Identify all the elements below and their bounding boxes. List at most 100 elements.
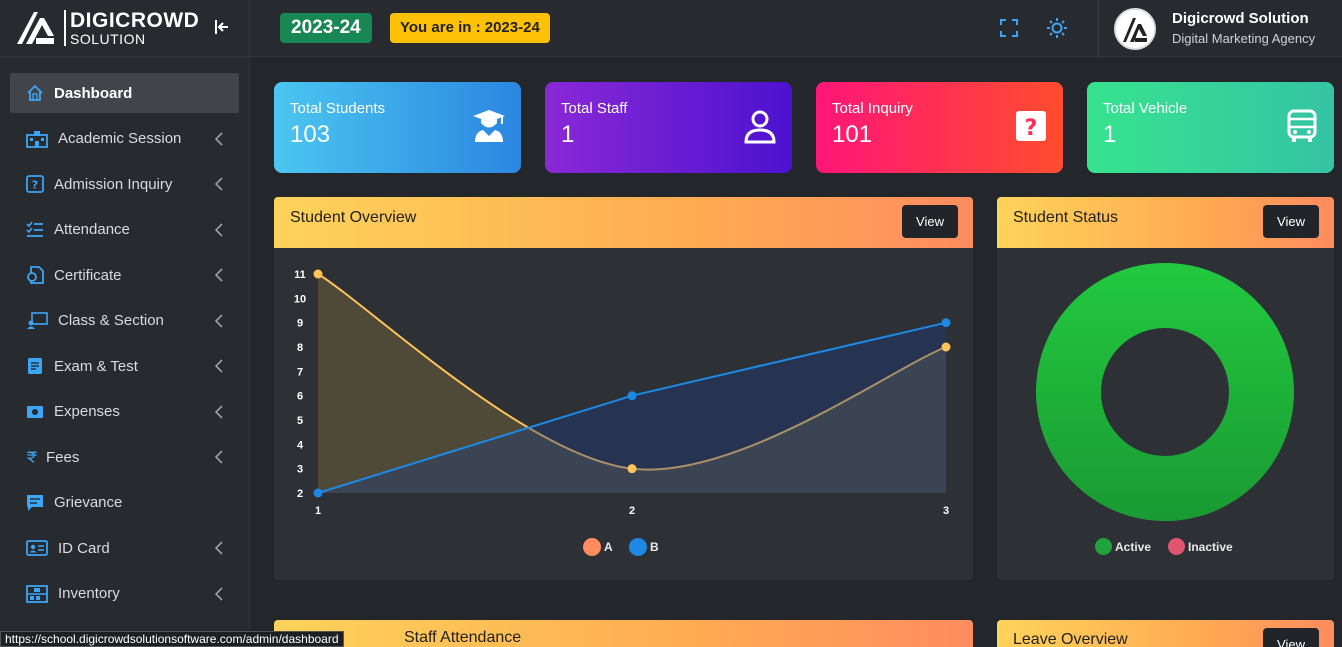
chevron-left-icon [215,359,223,373]
stat-card-total-staff[interactable]: Total Staff 1 [545,82,792,173]
avatar-logo-icon [1123,18,1147,42]
svg-text:?: ? [1025,116,1038,141]
y-tick-label: 11 [294,269,306,281]
view-button[interactable]: View [1263,205,1319,238]
chat-icon [27,494,43,511]
sidebar-item-label: Expenses [54,403,120,420]
logo-icon [17,12,54,44]
sidebar-item-certificate[interactable]: Certificate [10,255,239,295]
brand-text: DIGICROWD SOLUTION [64,10,199,46]
header-divider [1098,0,1099,57]
panel-header: Staff Attendance [274,620,973,647]
chevron-left-icon [215,404,223,419]
sidebar-item-label: Exam & Test [54,357,138,375]
sidebar-item-dashboard[interactable]: Dashboard [10,73,239,113]
home-icon [27,84,43,101]
sidebar-item-label: Class & Section [58,312,164,329]
series-b-point [941,318,951,328]
legend-label: B [650,540,659,554]
series-a-point [313,269,323,279]
academic-year-badge: 2023-24 [280,13,372,43]
fullscreen-icon[interactable] [998,17,1020,39]
sidebar-nav: Dashboard Academic Session ? Admission I… [0,57,249,614]
sidebar: DIGICROWD SOLUTION Dashboard Academic Se… [0,0,250,647]
avatar[interactable] [1114,8,1156,50]
sidebar-item-id-card[interactable]: ID Card [10,528,239,568]
panel-title: Student Overview [290,209,417,226]
panel-title: Leave Overview [1013,631,1128,647]
chevron-left-icon [215,131,223,146]
sidebar-item-attendance[interactable]: Attendance [10,210,239,250]
chevron-left-icon [215,541,223,555]
view-button[interactable]: View [902,205,958,238]
legend-swatch [1168,538,1185,555]
sidebar-item-fees[interactable]: Fees [10,437,239,477]
building-icon [26,130,48,148]
panel-title: Student Status [1013,209,1118,226]
student-status-panel: Student Status View Active Inactive [997,197,1334,580]
legend-swatch [1095,538,1112,555]
checklist-icon [26,221,43,237]
id-card-icon [26,540,48,556]
legend-swatch [629,538,647,556]
brand-name: DIGICROWD [70,9,200,32]
y-tick-label: 7 [297,366,303,378]
y-tick-label: 2 [297,488,303,500]
sidebar-item-label: Inventory [58,585,120,602]
y-tick-label: 6 [297,391,303,403]
student-overview-chart: 2345678910111 2 3 [294,269,951,517]
y-tick-label: 9 [297,318,303,330]
question-icon: ? [26,175,44,193]
collapse-sidebar-icon[interactable] [212,17,232,37]
y-tick-label: 5 [297,415,303,427]
chevron-left-icon [215,222,223,237]
series-b-point [313,488,323,498]
panel-title: Staff Attendance [404,629,522,646]
user-name: Digicrowd Solution [1172,10,1309,27]
sidebar-item-label: ID Card [58,539,110,557]
stat-card-total-vehicle[interactable]: Total Vehicle 1 [1087,82,1334,173]
sidebar-item-grievance[interactable]: Grievance [10,483,239,523]
sidebar-item-label: Grievance [54,494,123,511]
stat-card-total-inquiry[interactable]: Total Inquiry 101 ? [816,82,1063,173]
y-tick-label: 8 [297,342,303,354]
inventory-icon [26,584,48,603]
sidebar-item-academic-session[interactable]: Academic Session [10,119,239,159]
svg-text:?: ? [32,179,38,192]
sidebar-item-admission-inquiry[interactable]: ? Admission Inquiry [10,164,239,204]
stat-card-total-students[interactable]: Total Students 103 [274,82,521,173]
legend-label: Inactive [1188,539,1233,554]
leave-overview-panel: Leave Overview View [997,620,1334,647]
series-a-point [627,464,637,474]
y-tick-label: 4 [297,439,304,451]
slice-active [1036,262,1294,522]
student-status-chart [1036,262,1294,522]
sidebar-item-class-section[interactable]: Class & Section [10,301,239,341]
legend-item-active[interactable]: Active [1095,538,1151,555]
legend-item-inactive[interactable]: Inactive [1168,538,1233,555]
bus-icon [1287,109,1317,142]
sidebar-item-exam-test[interactable]: Exam & Test [10,346,239,386]
sidebar-item-label: Academic Session [58,130,182,147]
legend-item-b[interactable]: B [629,538,659,556]
money-icon [27,405,43,418]
y-tick-label: 3 [297,464,303,476]
brand[interactable]: DIGICROWD SOLUTION [0,0,249,57]
legend-swatch [583,538,601,556]
sidebar-item-label: Fees [46,448,80,466]
legend-item-a[interactable]: A [583,538,613,556]
theme-toggle-icon[interactable] [1046,17,1068,39]
sidebar-item-inventory[interactable]: Inventory [10,574,239,614]
y-tick-label: 10 [294,293,306,305]
panel-header: Student Status View [997,197,1334,248]
sidebar-item-expenses[interactable]: Expenses [10,392,239,432]
classroom-icon [27,311,48,329]
x-tick-label: 1 [315,505,321,517]
x-tick-label: 2 [629,505,635,517]
panel-header: Leave Overview View [997,620,1334,647]
panel-header: Student Overview View [274,197,973,248]
sidebar-item-label: Certificate [54,266,122,284]
document-icon [28,358,42,374]
view-button[interactable]: View [1263,628,1319,647]
chevron-left-icon [215,313,223,328]
